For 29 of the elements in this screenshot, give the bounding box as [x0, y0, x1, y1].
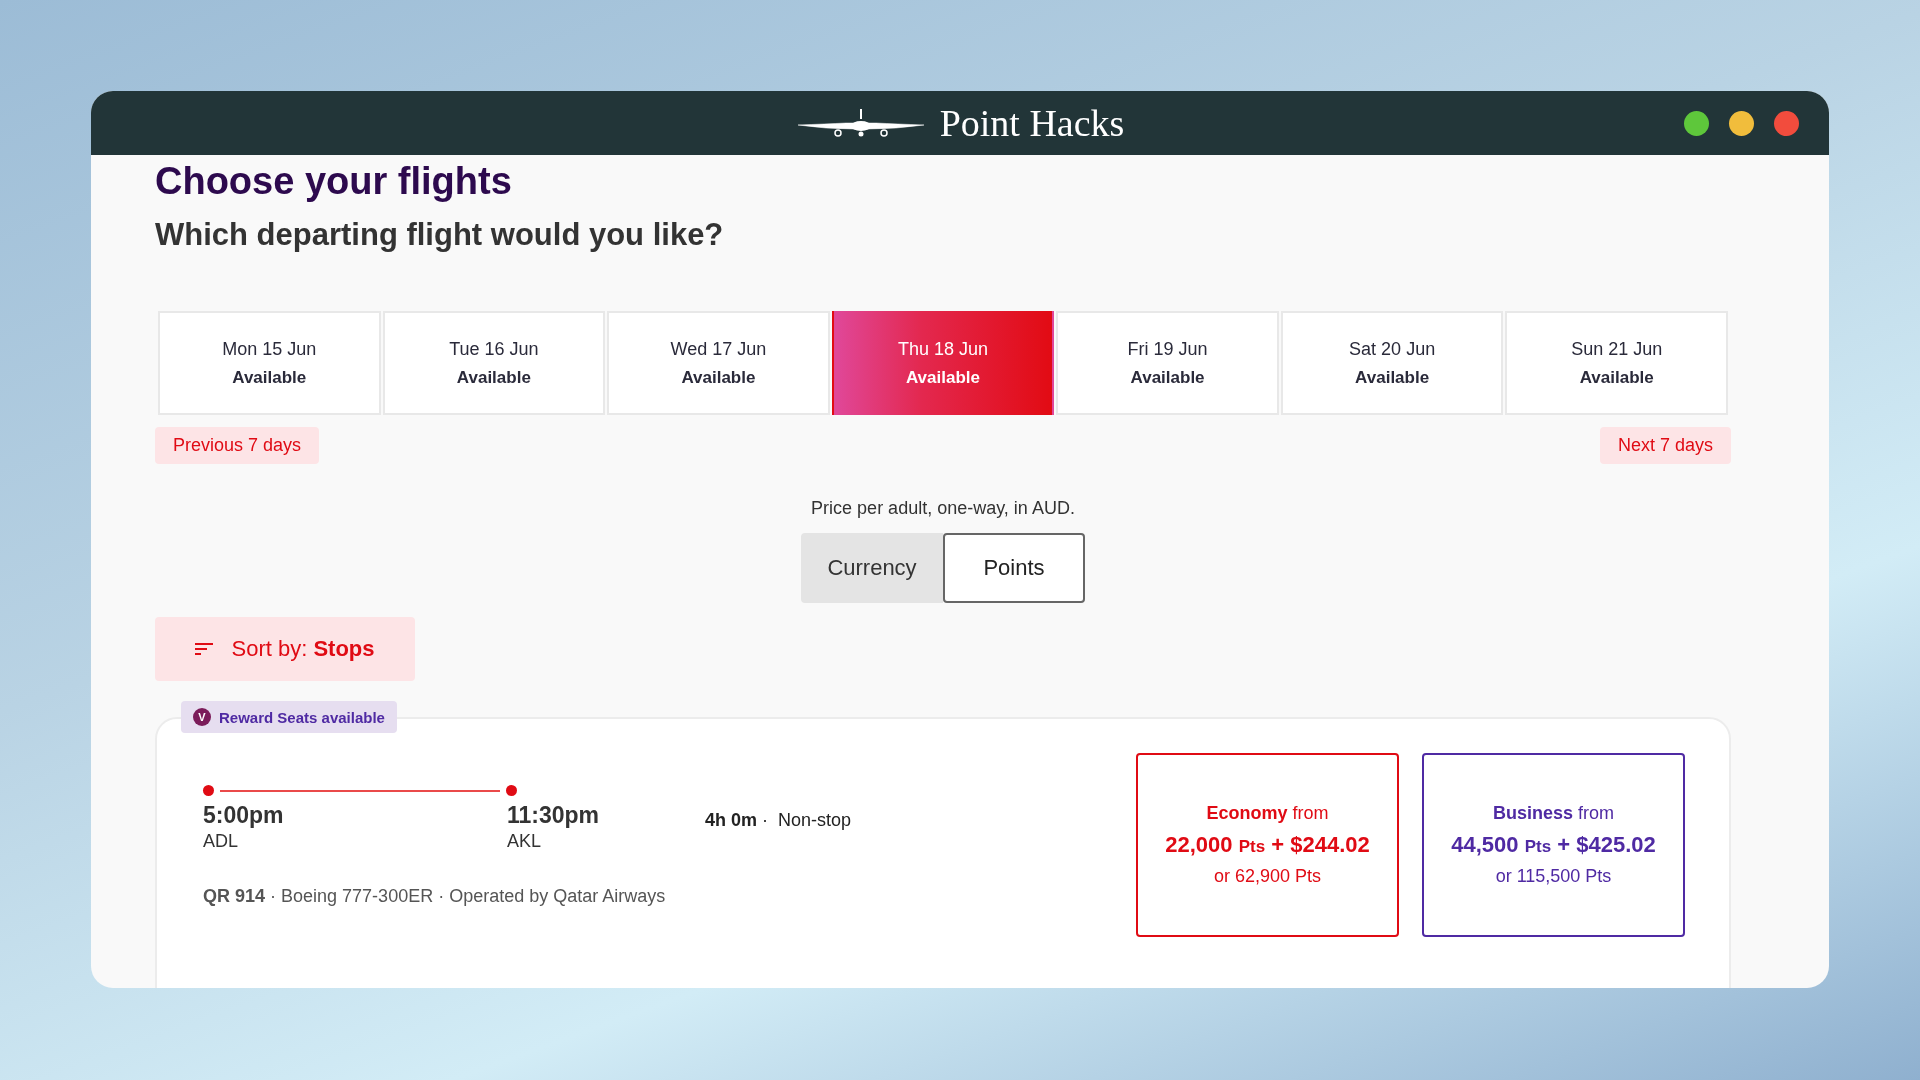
date-tab[interactable]: Thu 18 Jun Available: [831, 311, 1055, 415]
airport-code: ADL: [203, 831, 239, 852]
page-heading: Choose your flights: [155, 159, 513, 203]
date-tab[interactable]: Fri 19 Jun Available: [1056, 311, 1279, 415]
flight-summary: 4h 0m · Non-stop: [705, 810, 852, 831]
arrival-time: 11:30pm: [507, 802, 601, 829]
sort-icon: [195, 642, 214, 656]
minimize-button[interactable]: [1729, 111, 1754, 136]
reward-seats-badge: V Reward Seats available: [181, 701, 397, 733]
date-tab[interactable]: Wed 17 Jun Available: [607, 311, 830, 415]
date-tab[interactable]: Sun 21 Jun Available: [1505, 311, 1728, 415]
fare-option[interactable]: Business from 44,500 Pts + $425.02 or 115,500 Pts: [1422, 753, 1685, 937]
maximize-button[interactable]: [1684, 111, 1709, 136]
next-days-button[interactable]: Next 7 days: [1599, 427, 1731, 464]
airport-code: AKL: [507, 831, 543, 852]
price-mode-toggle[interactable]: Points: [943, 533, 1085, 603]
section-heading: Which departing flight would you like?: [155, 217, 725, 253]
close-button[interactable]: [1774, 111, 1799, 136]
flight-details: QR 914 · Boeing 777-300ER · Operated by Qatar Airways: [203, 886, 667, 907]
date-tab[interactable]: Mon 15 Jun Available: [158, 311, 381, 415]
date-tab[interactable]: Sat 20 Jun Available: [1280, 311, 1504, 415]
fare-option[interactable]: Economy from 22,000 Pts + $244.02 or 62,900 Pts: [1136, 753, 1399, 937]
previous-days-button[interactable]: Previous 7 days: [155, 427, 320, 464]
window-title: Point Hacks: [939, 101, 1125, 145]
date-tab[interactable]: Tue 16 Jun Available: [382, 311, 606, 415]
price-note: Price per adult, one-way, in AUD.: [810, 498, 1076, 519]
sort-button[interactable]: Sort by: Stops: [155, 617, 415, 681]
departure-time: 5:00pm: [203, 802, 285, 829]
price-mode-toggle[interactable]: Currency: [801, 533, 943, 603]
